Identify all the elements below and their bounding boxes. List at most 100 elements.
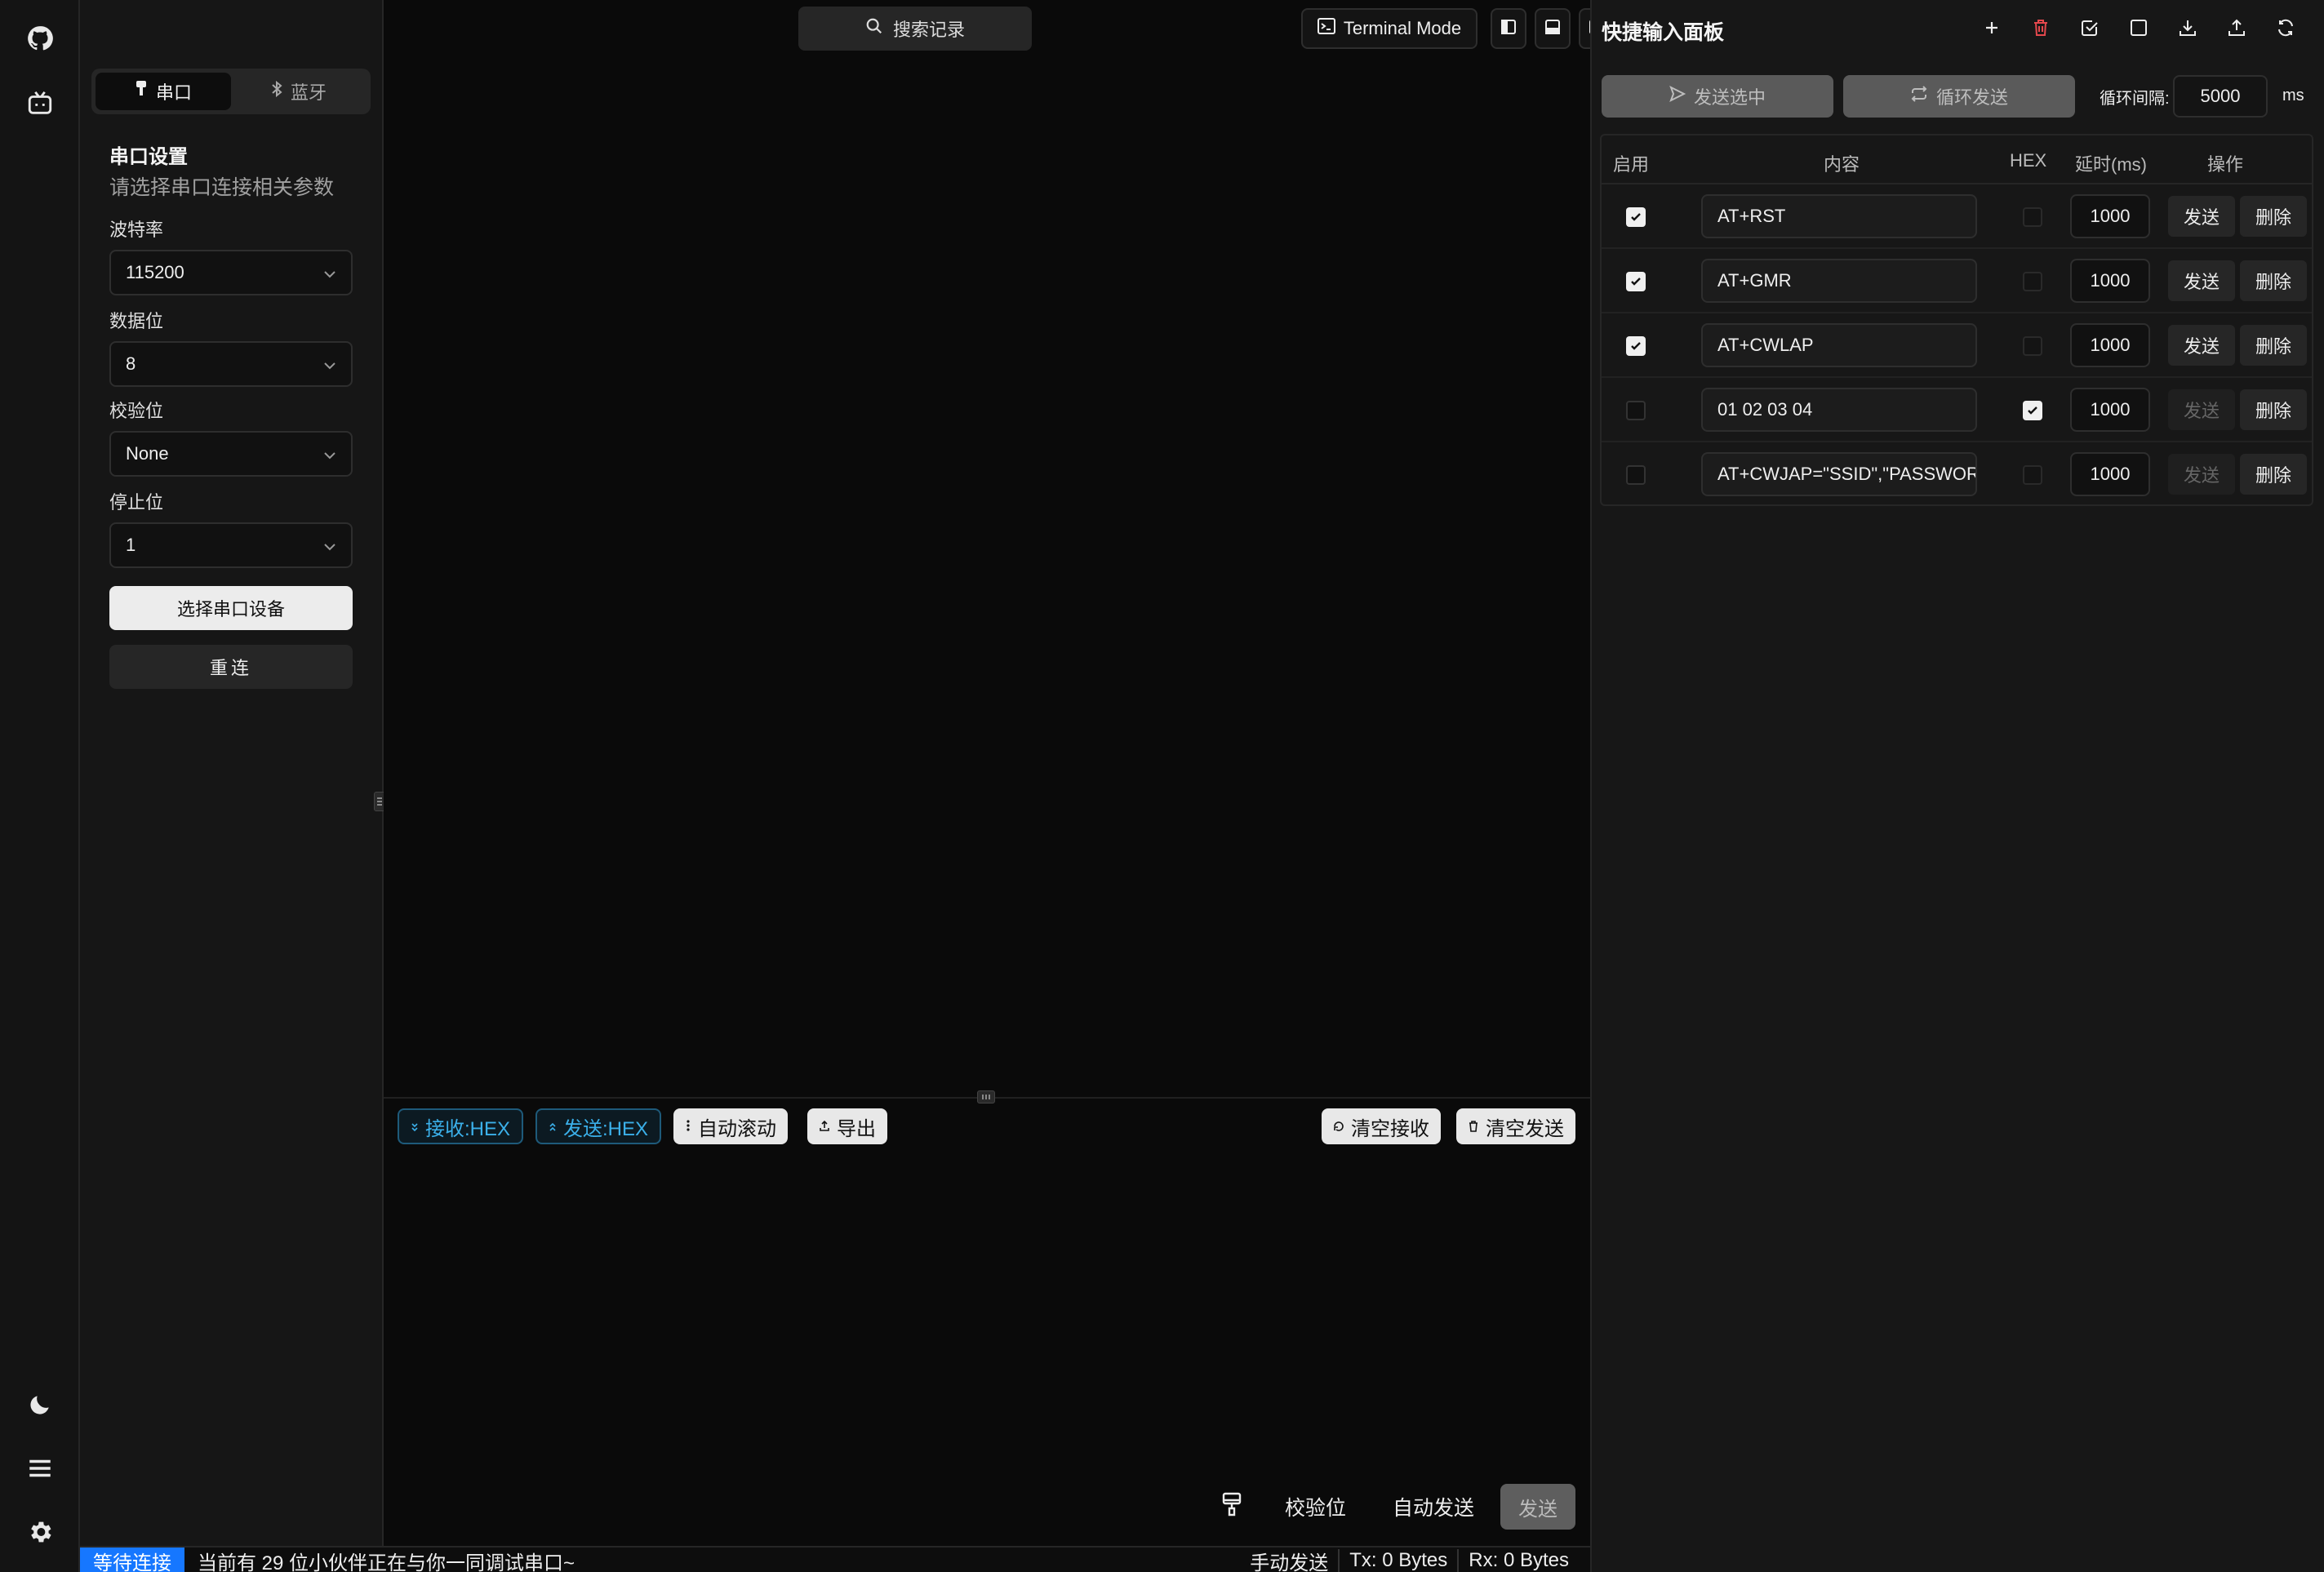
enable-checkbox[interactable] <box>1626 465 1646 485</box>
connection-status-badge: 等待连接 <box>80 1548 184 1572</box>
refresh-button[interactable] <box>2269 13 2302 46</box>
github-icon[interactable] <box>20 18 60 59</box>
send-button[interactable]: 发送 <box>1500 1484 1575 1530</box>
add-command-button[interactable] <box>1975 13 2008 46</box>
delay-input[interactable]: 1000 <box>2070 452 2150 496</box>
parity-value: None <box>126 443 169 464</box>
row-send-button[interactable]: 发送 <box>2168 260 2235 301</box>
reconnect-button[interactable]: 重连 <box>109 645 353 689</box>
terminal-mode-label: Terminal Mode <box>1343 18 1462 38</box>
receive-hex-toggle[interactable]: 接收:HEX <box>398 1108 524 1144</box>
checkbox-checked-icon <box>2081 19 2099 41</box>
row-send-button[interactable]: 发送 <box>2168 196 2235 237</box>
enable-checkbox[interactable] <box>1626 272 1646 291</box>
search-icon <box>865 17 883 40</box>
delay-input[interactable]: 1000 <box>2070 388 2150 432</box>
clear-receive-button[interactable]: 清空接收 <box>1322 1108 1441 1144</box>
enable-checkbox[interactable] <box>1626 336 1646 356</box>
send-selected-label: 发送选中 <box>1693 87 1766 108</box>
table-row: 01 02 03 04 1000 发送 删除 <box>1602 378 2312 442</box>
row-delete-button[interactable]: 删除 <box>2240 325 2307 366</box>
command-content-input[interactable]: AT+CWJAP="SSID","PASSWORD" <box>1701 452 1977 496</box>
hex-checkbox[interactable] <box>2023 336 2042 356</box>
delay-input[interactable]: 1000 <box>2070 259 2150 303</box>
menu-icon[interactable] <box>20 1448 60 1489</box>
row-send-button[interactable]: 发送 <box>2168 389 2235 430</box>
export-commands-button[interactable] <box>2220 13 2253 46</box>
send-icon <box>1669 85 1686 107</box>
command-content-input[interactable]: AT+GMR <box>1701 259 1977 303</box>
column-delay: 延时(ms) <box>2075 154 2147 175</box>
paint-brush-button[interactable] <box>1221 1484 1242 1530</box>
auto-send-toggle[interactable]: 自动发送 <box>1393 1484 1474 1530</box>
toggle-bottom-panel-button[interactable] <box>1535 8 1571 49</box>
moon-icon[interactable] <box>20 1384 60 1425</box>
column-enabled: 启用 <box>1613 154 1650 175</box>
plug-icon <box>135 81 148 102</box>
data-bits-select[interactable]: 8 <box>109 341 353 387</box>
row-delete-button[interactable]: 删除 <box>2240 196 2307 237</box>
row-delete-button[interactable]: 删除 <box>2240 454 2307 495</box>
row-delete-button[interactable]: 删除 <box>2240 260 2307 301</box>
trash-icon <box>2033 19 2049 41</box>
column-hex: HEX <box>2010 150 2047 171</box>
receive-terminal[interactable] <box>384 59 1590 1097</box>
clear-icon <box>1333 1115 1344 1138</box>
terminal-mode-button[interactable]: Terminal Mode <box>1301 8 1477 49</box>
import-button[interactable] <box>2171 13 2204 46</box>
tx-bytes-status: Tx: 0 Bytes <box>1338 1549 1457 1572</box>
send-mode-status: 手动发送 <box>1250 1552 1329 1572</box>
search-records-label: 搜索记录 <box>892 20 965 40</box>
app-window: 串口 蓝牙 串口设置 请选择串口连接相关参数 波特率 115200 数据位 8 … <box>0 0 2324 1572</box>
table-row: AT+CWJAP="SSID","PASSWORD" 1000 发送 删除 <box>1602 442 2312 507</box>
hex-checkbox[interactable] <box>2023 401 2042 420</box>
tab-bluetooth[interactable]: 蓝牙 <box>231 73 367 110</box>
command-content-input[interactable]: AT+CWLAP <box>1701 323 1977 367</box>
send-selected-button[interactable]: 发送选中 <box>1602 75 1833 118</box>
table-row: AT+RST 1000 发送 删除 <box>1602 184 2312 249</box>
serial-settings-subtitle: 请选择串口连接相关参数 <box>109 176 335 199</box>
gear-icon[interactable] <box>20 1512 60 1552</box>
select-all-button[interactable] <box>2073 13 2106 46</box>
top-bar: 搜索记录 Terminal Mode <box>80 0 1659 59</box>
checksum-toggle[interactable]: 校验位 <box>1285 1484 1346 1530</box>
tab-serial[interactable]: 串口 <box>96 73 231 110</box>
search-records-button[interactable]: 搜索记录 <box>798 7 1032 51</box>
loop-send-button[interactable]: 循环发送 <box>1843 75 2075 118</box>
trash-icon <box>1468 1115 1479 1138</box>
enable-checkbox[interactable] <box>1626 401 1646 420</box>
upload-icon <box>2228 19 2246 41</box>
bluetooth-icon <box>271 80 282 102</box>
square-icon <box>2130 19 2148 41</box>
hex-checkbox[interactable] <box>2023 272 2042 291</box>
deselect-all-button[interactable] <box>2122 13 2155 46</box>
hex-checkbox[interactable] <box>2023 207 2042 227</box>
table-row: AT+GMR 1000 发送 删除 <box>1602 249 2312 313</box>
export-label: 导出 <box>837 1117 876 1140</box>
auto-scroll-toggle[interactable]: 自动滚动 <box>673 1108 788 1144</box>
loop-interval-input[interactable]: 5000 <box>2173 75 2268 118</box>
delete-selected-button[interactable] <box>2024 13 2057 46</box>
command-content-input[interactable]: 01 02 03 04 <box>1701 388 1977 432</box>
stop-bits-select[interactable]: 1 <box>109 522 353 568</box>
chevron-down-icon <box>323 535 336 556</box>
row-send-button[interactable]: 发送 <box>2168 325 2235 366</box>
delay-input[interactable]: 1000 <box>2070 194 2150 238</box>
delay-input[interactable]: 1000 <box>2070 323 2150 367</box>
command-content-input[interactable]: AT+RST <box>1701 194 1977 238</box>
row-send-button[interactable]: 发送 <box>2168 454 2235 495</box>
row-delete-button[interactable]: 删除 <box>2240 389 2307 430</box>
hex-checkbox[interactable] <box>2023 465 2042 485</box>
baud-rate-select[interactable]: 115200 <box>109 250 353 295</box>
toggle-left-panel-button[interactable] <box>1491 8 1526 49</box>
export-button[interactable]: 导出 <box>807 1108 887 1144</box>
parity-select[interactable]: None <box>109 431 353 477</box>
clear-send-button[interactable]: 清空发送 <box>1456 1108 1575 1144</box>
select-serial-device-button[interactable]: 选择串口设备 <box>109 586 353 630</box>
enable-checkbox[interactable] <box>1626 207 1646 227</box>
download-icon <box>2179 19 2197 41</box>
bilibili-icon[interactable] <box>20 83 60 124</box>
terminal-resize-handle[interactable] <box>977 1090 995 1104</box>
send-hex-toggle[interactable]: 发送:HEX <box>535 1108 662 1144</box>
parity-label: 校验位 <box>109 401 164 421</box>
